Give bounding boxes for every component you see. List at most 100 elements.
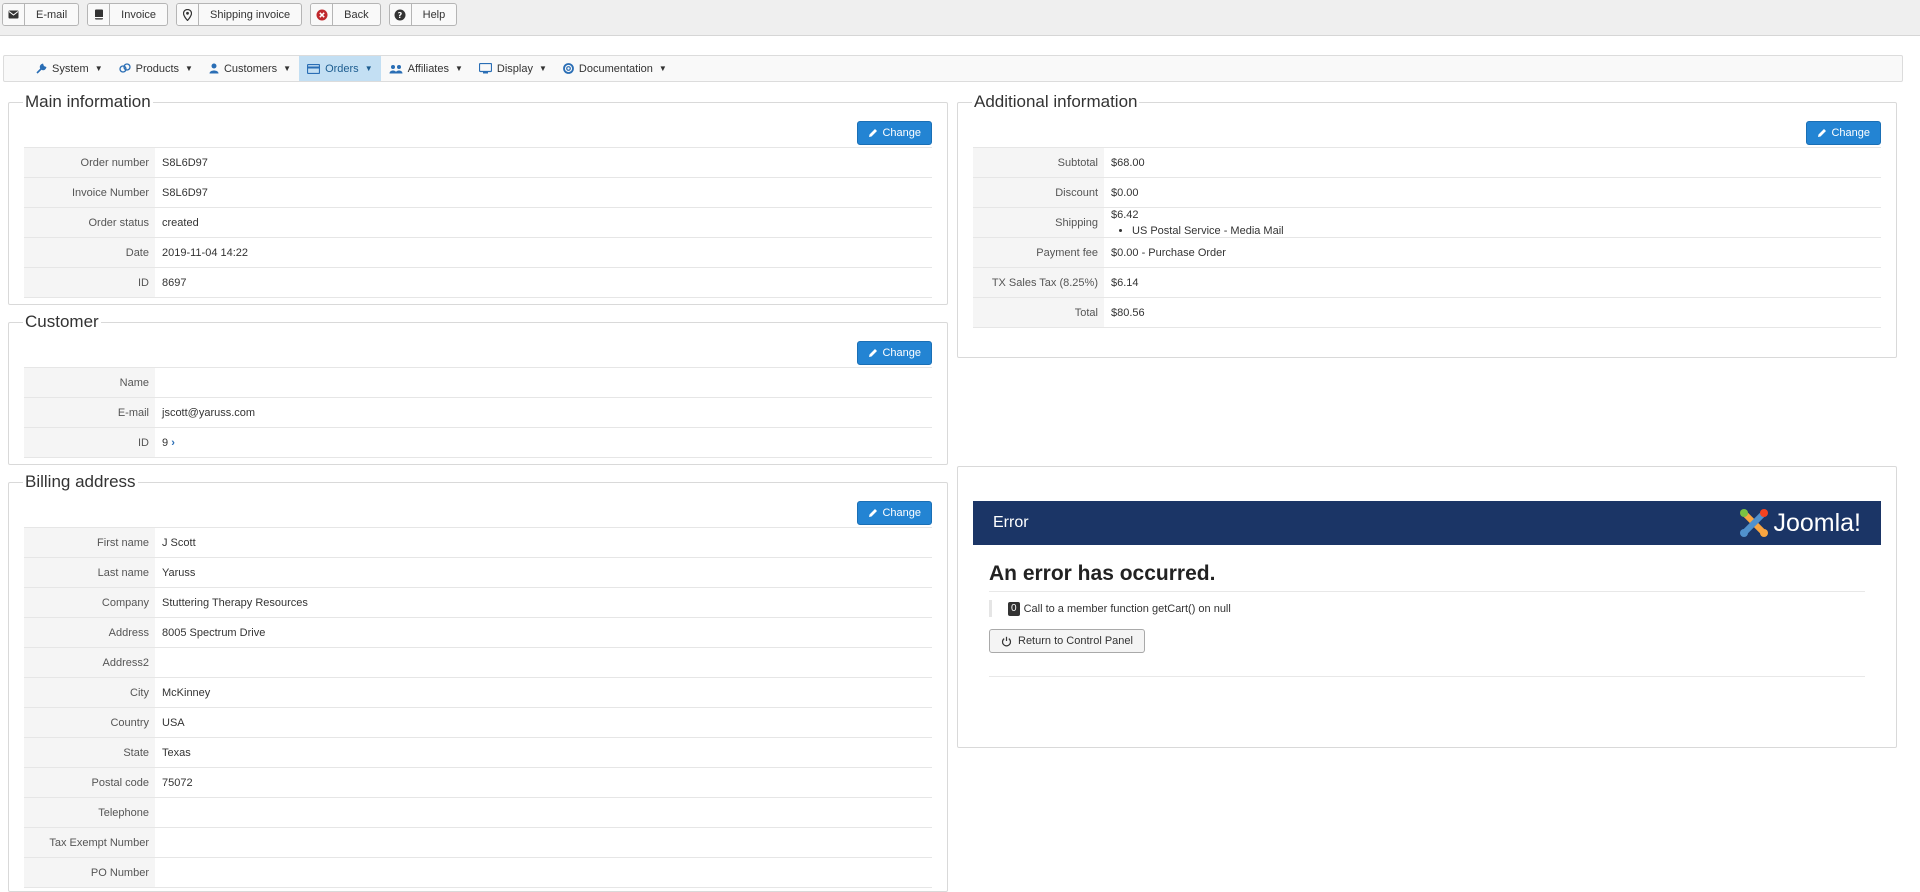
billing-address-table: First name J Scott Last name Yaruss Compan…	[24, 527, 932, 888]
svg-text:?: ?	[398, 11, 403, 20]
order-id-value: 8697	[155, 267, 932, 298]
billing-address-panel: Billing address Change First name J Scott…	[8, 472, 948, 892]
caret-down-icon: ▼	[658, 64, 667, 73]
table-row: Name	[24, 367, 932, 398]
invoice-button[interactable]: Invoice	[87, 3, 169, 26]
table-row: City McKinney	[24, 677, 932, 708]
table-row: Date 2019-11-04 14:22	[24, 237, 932, 268]
toolbar: E-mail Invoice Shipping invoice Back ? H…	[0, 0, 1920, 36]
email-button[interactable]: E-mail	[2, 3, 80, 26]
shipping-value: $6.42	[1111, 208, 1139, 221]
customer-id-value: 9	[162, 436, 169, 449]
table-row: Order number S8L6D97	[24, 147, 932, 178]
error-message-text: Call to a member function getCart() on n…	[1023, 602, 1231, 615]
shipping-method-list: US Postal Service - Media Mail	[1111, 225, 1874, 237]
error-heading: An error has occurred.	[989, 562, 1216, 585]
caret-down-icon: ▼	[185, 64, 193, 73]
discount-value: $0.00	[1104, 177, 1881, 208]
additional-information-title: Additional information	[974, 92, 1138, 111]
main-information-title: Main information	[25, 92, 151, 111]
additional-information-change-button[interactable]: Change	[1806, 121, 1881, 145]
table-row: Order status created	[24, 207, 932, 238]
return-to-control-panel-button[interactable]: Return to Control Panel	[989, 629, 1145, 653]
table-row: Last name Yaruss	[24, 557, 932, 588]
additional-information-table: Subtotal $68.00 Discount $0.00 Shipping $6.…	[973, 147, 1881, 328]
table-row: Postal code 75072	[24, 767, 932, 798]
table-row: Discount $0.00	[973, 177, 1881, 208]
table-row: E-mail jscott@yaruss.com	[24, 397, 932, 428]
shipping-invoice-button-label: Shipping invoice	[210, 8, 291, 21]
email-button-label: E-mail	[36, 8, 68, 21]
chevron-right-icon[interactable]: ›	[171, 437, 175, 449]
error-code-badge: 0	[1008, 601, 1020, 616]
sales-tax-value: $6.14	[1104, 267, 1881, 298]
main-information-change-button[interactable]: Change	[857, 121, 932, 145]
close-circle-icon	[311, 4, 334, 25]
table-row: Address 8005 Spectrum Drive	[24, 617, 932, 648]
shipping-invoice-button[interactable]: Shipping invoice	[176, 3, 303, 26]
customer-panel: Customer Change Name E-mail jscott@yaruss…	[8, 312, 948, 465]
customer-table: Name E-mail jscott@yaruss.com ID 9 ›	[24, 367, 932, 458]
error-header-title: Error	[993, 514, 1029, 531]
error-header: Error Joomla!	[973, 501, 1881, 545]
payment-fee-value: $0.00 - Purchase Order	[1104, 237, 1881, 268]
table-row: Company Stuttering Therapy Resources	[24, 587, 932, 618]
power-icon	[1001, 636, 1012, 646]
caret-down-icon: ▼	[283, 64, 292, 73]
error-panel: Error Joomla! An error has occurred. 0 C…	[957, 466, 1897, 748]
divider	[989, 676, 1865, 677]
table-row: TX Sales Tax (8.25%) $6.14	[973, 267, 1881, 298]
invoice-number-value: S8L6D97	[155, 177, 932, 208]
table-row: Tax Exempt Number	[24, 827, 932, 858]
envelope-icon	[3, 4, 25, 25]
main-information-table: Order number S8L6D97 Invoice Number S8L6D9…	[24, 147, 932, 298]
total-value: $80.56	[1104, 297, 1881, 328]
book-icon	[88, 4, 111, 25]
menu-item-affiliates[interactable]: Affiliates ▼	[381, 56, 471, 81]
order-status-value: created	[155, 207, 932, 238]
additional-information-panel: Additional information Change Subtotal $6…	[957, 92, 1897, 358]
customer-change-button[interactable]: Change	[857, 341, 932, 365]
main-menu: System ▼ Products ▼ Customers ▼ Orders ▼ Aff…	[3, 55, 1903, 82]
shipping-method: US Postal Service - Media Mail	[1132, 225, 1874, 237]
back-button[interactable]: Back	[310, 3, 381, 26]
customer-email-value: jscott@yaruss.com	[155, 397, 932, 428]
menu-item-system[interactable]: System ▼	[28, 56, 111, 81]
table-row: Invoice Number S8L6D97	[24, 177, 932, 208]
map-pin-icon	[177, 4, 200, 25]
monitor-icon	[478, 63, 492, 74]
menu-item-customers[interactable]: Customers ▼	[201, 56, 299, 81]
pencil-icon	[1818, 129, 1827, 137]
caret-down-icon: ▼	[364, 64, 373, 73]
customer-name-value	[155, 367, 932, 398]
table-row: Country USA	[24, 707, 932, 738]
subtotal-value: $68.00	[1104, 147, 1881, 178]
caret-down-icon: ▼	[538, 64, 547, 73]
menu-item-documentation[interactable]: Documentation ▼	[555, 56, 675, 81]
billing-address-title: Billing address	[25, 472, 136, 491]
invoice-button-label: Invoice	[121, 8, 157, 21]
user-icon	[209, 63, 219, 74]
menu-item-products[interactable]: Products ▼	[111, 56, 201, 81]
table-row: ID 9 ›	[24, 427, 932, 458]
table-row: State Texas	[24, 737, 932, 768]
credit-card-icon	[307, 63, 321, 74]
table-row: Payment fee $0.00 - Purchase Order	[973, 237, 1881, 268]
billing-address-change-button[interactable]: Change	[857, 501, 932, 525]
joomla-logo-text: Joomla!	[1773, 508, 1861, 537]
help-button[interactable]: ? Help	[388, 3, 458, 26]
joomla-logo-icon	[1740, 509, 1769, 537]
pencil-icon	[869, 349, 878, 357]
table-row: PO Number	[24, 857, 932, 888]
wrench-icon	[36, 63, 47, 74]
table-row: Subtotal $68.00	[973, 147, 1881, 178]
menu-item-display[interactable]: Display ▼	[471, 56, 555, 81]
order-date-value: 2019-11-04 14:22	[155, 237, 932, 268]
table-row: Shipping$6.42US Postal Service - Media M…	[973, 207, 1881, 238]
customer-title: Customer	[25, 312, 99, 331]
caret-down-icon: ▼	[454, 64, 463, 73]
menu-item-orders[interactable]: Orders ▼	[299, 56, 381, 81]
question-circle-icon: ?	[389, 4, 412, 25]
back-button-label: Back	[344, 8, 369, 21]
help-button-label: Help	[422, 8, 446, 21]
